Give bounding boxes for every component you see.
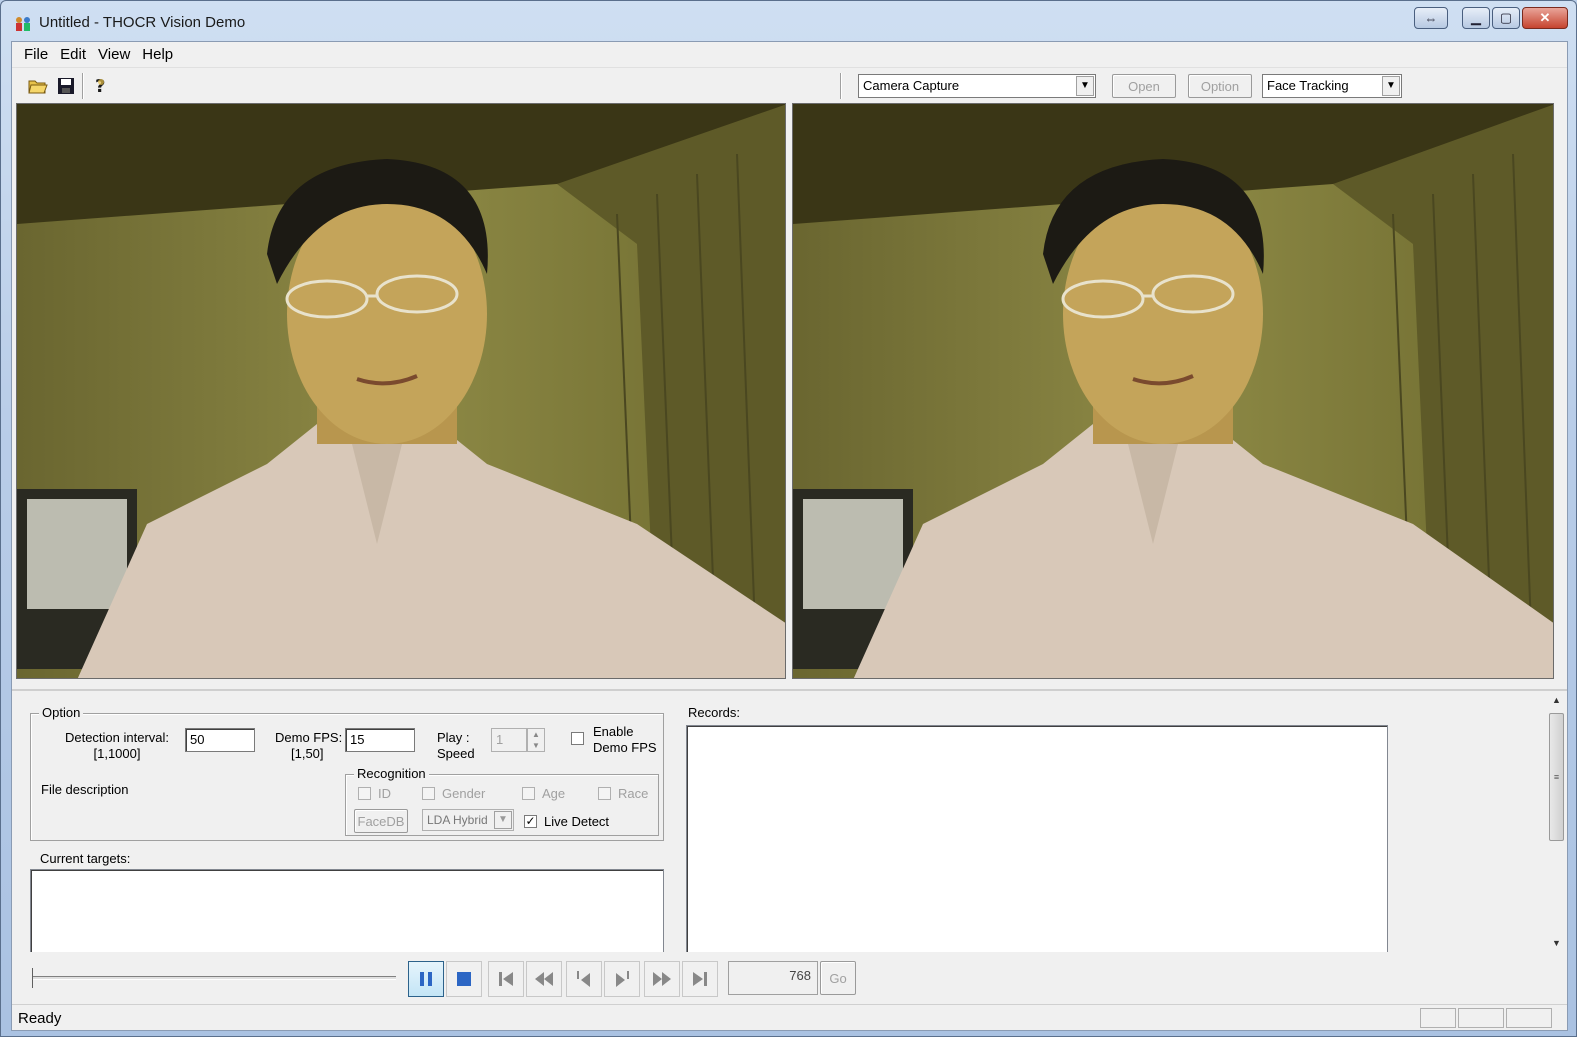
option-group: Option Detection interval: [1,1000] 50 D… <box>30 705 664 841</box>
open-folder-icon[interactable] <box>26 74 50 98</box>
save-icon[interactable] <box>54 74 78 98</box>
status-cell <box>1458 1008 1504 1028</box>
stop-icon <box>457 972 471 986</box>
records-label: Records: <box>688 705 741 720</box>
window-title: Untitled - THOCR Vision Demo <box>39 14 246 31</box>
gender-label: Gender <box>442 786 486 801</box>
records-list[interactable] <box>686 725 1388 953</box>
age-checkbox[interactable] <box>522 787 535 800</box>
minimize-button[interactable]: ▁ <box>1462 7 1490 29</box>
scroll-up-icon[interactable]: ▲ <box>1548 691 1565 708</box>
status-text: Ready <box>18 1010 62 1027</box>
status-cell <box>1420 1008 1456 1028</box>
source-combo[interactable]: Camera Capture ▼ <box>858 74 1096 98</box>
age-label: Age <box>542 786 566 801</box>
detection-interval-label: Detection interval: <box>64 730 170 745</box>
step-back-button[interactable] <box>566 961 602 997</box>
menu-view[interactable]: View <box>92 46 136 63</box>
gender-checkbox[interactable] <box>422 787 435 800</box>
enable-label: Enable <box>593 724 634 739</box>
mode-combo-value: Face Tracking <box>1267 78 1349 93</box>
status-cell <box>1506 1008 1552 1028</box>
fast-forward-button[interactable] <box>644 961 680 997</box>
maximize-button[interactable]: ▢ <box>1492 7 1520 29</box>
play-label: Play : <box>437 730 470 745</box>
source-video-view <box>16 103 786 679</box>
race-checkbox[interactable] <box>598 787 611 800</box>
scroll-down-icon[interactable]: ▼ <box>1548 934 1565 951</box>
live-detect-label: Live Detect <box>544 814 610 829</box>
demo-fps-check-label: Demo FPS <box>593 740 657 755</box>
svg-text:?: ? <box>95 76 105 96</box>
menu-help[interactable]: Help <box>136 46 179 63</box>
step-forward-icon <box>616 971 629 987</box>
mode-combo[interactable]: Face Tracking ▼ <box>1262 74 1402 98</box>
demo-fps-input[interactable]: 15 <box>345 728 415 752</box>
playback-bar: 768 Go <box>12 952 1567 1002</box>
current-targets-label: Current targets: <box>40 851 131 866</box>
current-targets-list[interactable] <box>30 869 664 953</box>
play-speed-input[interactable]: 1 <box>491 728 527 752</box>
detection-interval-range: [1,1000] <box>93 746 141 761</box>
enable-demo-fps-checkbox[interactable] <box>571 732 584 745</box>
chevron-down-icon[interactable]: ▼ <box>1382 76 1400 96</box>
title-bar[interactable]: Untitled - THOCR Vision Demo ⇔ ▁ ▢ ✕ <box>1 1 1576 43</box>
algorithm-combo[interactable]: LDA Hybrid ▼ <box>422 809 514 831</box>
detection-interval-input[interactable]: 50 <box>185 728 255 752</box>
frame-number-input[interactable]: 768 <box>728 961 818 995</box>
pause-icon <box>420 972 432 986</box>
chevron-down-icon[interactable]: ▼ <box>494 811 512 829</box>
stop-button[interactable] <box>446 961 482 997</box>
app-window: Untitled - THOCR Vision Demo ⇔ ▁ ▢ ✕ Fil… <box>0 0 1577 1037</box>
recognition-group-title: Recognition <box>354 766 429 781</box>
rewind-button[interactable] <box>526 961 562 997</box>
open-button[interactable]: Open <box>1112 74 1176 98</box>
menu-file[interactable]: File <box>18 46 54 63</box>
file-description-label: File description <box>41 782 129 797</box>
option-group-title: Option <box>39 705 84 720</box>
source-combo-value: Camera Capture <box>863 78 960 93</box>
seek-slider[interactable] <box>32 976 396 980</box>
algorithm-combo-value: LDA Hybrid <box>427 813 488 827</box>
skip-start-icon <box>499 972 513 986</box>
scroll-thumb[interactable]: ≡ <box>1549 713 1564 841</box>
speed-label: Speed <box>437 746 475 761</box>
go-button[interactable]: Go <box>820 961 856 995</box>
processed-video-view <box>792 103 1554 679</box>
live-detect-checkbox[interactable]: ✓ <box>524 815 537 828</box>
chevron-down-icon[interactable]: ▼ <box>1076 76 1094 96</box>
camera-frame-image <box>17 104 785 678</box>
step-back-icon <box>577 971 590 987</box>
option-button[interactable]: Option <box>1188 74 1252 98</box>
race-label: Race <box>618 786 649 801</box>
rewind-icon <box>535 972 553 986</box>
pause-button[interactable] <box>408 961 444 997</box>
id-checkbox[interactable] <box>358 787 371 800</box>
close-button[interactable]: ✕ <box>1522 7 1568 29</box>
menu-bar: File Edit View Help <box>12 42 1567 68</box>
id-label: ID <box>378 786 391 801</box>
demo-fps-range: [1,50] <box>291 746 324 761</box>
demo-fps-label: Demo FPS: <box>275 730 343 745</box>
help-icon[interactable]: ? <box>88 74 112 98</box>
seek-slider-thumb[interactable] <box>32 968 36 988</box>
first-frame-button[interactable] <box>488 961 524 997</box>
tracking-frame-image <box>793 104 1553 678</box>
client-area: File Edit View Help ? Camera Capture ▼ O… <box>11 41 1568 1031</box>
app-icon <box>13 13 33 33</box>
status-bar: Ready <box>12 1004 1567 1030</box>
resize-icon[interactable]: ⇔ <box>1414 7 1448 29</box>
recognition-group: Recognition ID Gender Age Race FaceDB LD… <box>345 766 659 836</box>
last-frame-button[interactable] <box>682 961 718 997</box>
fast-forward-icon <box>653 972 671 986</box>
step-forward-button[interactable] <box>604 961 640 997</box>
toolbar: ? Camera Capture ▼ Open Option Face Trac… <box>12 69 1567 103</box>
skip-end-icon <box>693 972 707 986</box>
menu-edit[interactable]: Edit <box>54 46 92 63</box>
facedb-button[interactable]: FaceDB <box>354 809 408 833</box>
panel-scrollbar[interactable]: ▲ ≡ ▼ <box>1548 691 1565 951</box>
play-speed-spinner[interactable]: ▲ ▼ <box>527 728 545 752</box>
